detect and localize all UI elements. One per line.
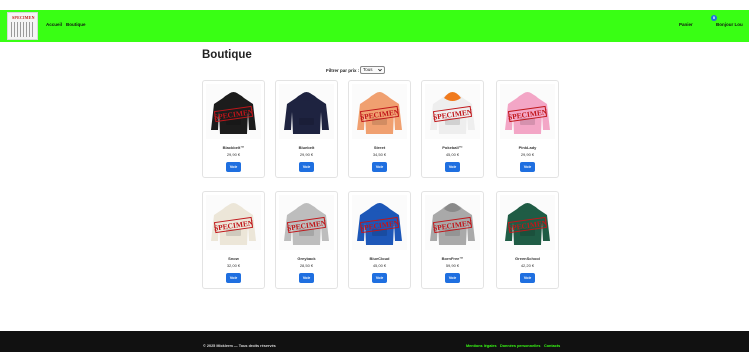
product-card[interactable]: SPECIMEN Street 34,50 € Voir (348, 80, 411, 178)
top-navbar: SPECIMEN Accueil Boutique Panier 0 Bonjo… (0, 10, 749, 42)
product-name: Snow (228, 256, 239, 261)
view-product-button[interactable]: Voir (520, 273, 535, 283)
product-price: 45,00 € (372, 263, 387, 268)
product-card[interactable]: SPECIMEN Snow 32,00 € Voir (202, 191, 265, 289)
product-card[interactable]: SPECIMEN PinkLady 29,90 € Voir (496, 80, 559, 178)
product-price: 29,90 € (520, 152, 535, 157)
product-card[interactable]: SPECIMEN BornFree™ 59,90 € Voir (421, 191, 484, 289)
view-product-button[interactable]: Voir (445, 162, 460, 172)
product-price: 45,00 € (445, 152, 460, 157)
logo-barcode-graphic (11, 22, 35, 37)
product-price: 59,90 € (445, 263, 460, 268)
product-name: Greyback (297, 256, 316, 261)
product-image[interactable]: SPECIMEN (352, 84, 407, 139)
footer-link-legal[interactable]: Mentions légales (466, 344, 497, 348)
product-image[interactable]: SPECIMEN (500, 195, 555, 250)
footer-copyright: © 2025 Micklerm — Tous droits réservés (203, 344, 276, 348)
view-product-button[interactable]: Voir (299, 273, 314, 283)
product-card[interactable]: SPECIMEN Pokeball™ 45,00 € Voir (421, 80, 484, 178)
nav-accueil-link[interactable]: Accueil (46, 22, 62, 27)
logo-stamp-text: SPECIMEN (12, 15, 35, 20)
cart-count-badge: 0 (711, 15, 717, 21)
user-greeting-link[interactable]: Bonjour Lou (716, 22, 743, 27)
price-filter-label: Filtrer par prix : (326, 68, 360, 73)
product-image[interactable]: SPECIMEN (500, 84, 555, 139)
chevron-down-icon (378, 68, 382, 72)
product-image[interactable]: SPECIMEN (206, 84, 261, 139)
product-price: 28,50 € (299, 263, 314, 268)
product-name: Street (373, 145, 386, 150)
product-image[interactable]: SPECIMEN (425, 84, 480, 139)
site-footer: © 2025 Micklerm — Tous droits réservés M… (0, 331, 749, 352)
footer-link-contact[interactable]: Contacts (544, 344, 560, 348)
product-card[interactable]: SPECIMEN GreenSchool 42,20 € Voir (496, 191, 559, 289)
product-image[interactable] (279, 84, 334, 139)
product-price: 32,00 € (226, 263, 241, 268)
product-name: BornFree™ (441, 256, 464, 261)
product-card[interactable]: SPECIMEN Greyback 28,50 € Voir (275, 191, 338, 289)
site-logo[interactable]: SPECIMEN (7, 12, 38, 40)
product-price: 42,20 € (520, 263, 535, 268)
product-image[interactable]: SPECIMEN (352, 195, 407, 250)
nav-boutique-link[interactable]: Boutique (66, 22, 86, 27)
price-filter-value: Tous (363, 67, 373, 72)
product-name: Blackbelt™ (222, 145, 245, 150)
product-name: PinkLady (518, 145, 537, 150)
product-price: 29,90 € (226, 152, 241, 157)
view-product-button[interactable]: Voir (372, 273, 387, 283)
view-product-button[interactable]: Voir (226, 273, 241, 283)
view-product-button[interactable]: Voir (372, 162, 387, 172)
price-filter-select[interactable]: Tous (360, 66, 385, 74)
product-name: BlueCloud (369, 256, 390, 261)
page-title: Boutique (202, 49, 252, 61)
product-card[interactable]: SPECIMEN Blackbelt™ 29,90 € Voir (202, 80, 265, 178)
product-card[interactable]: Bluebelt 29,90 € Voir (275, 80, 338, 178)
view-product-button[interactable]: Voir (226, 162, 241, 172)
view-product-button[interactable]: Voir (299, 162, 314, 172)
product-price: 29,90 € (299, 152, 314, 157)
product-name: Bluebelt (298, 145, 315, 150)
product-name: Pokeball™ (442, 145, 463, 150)
view-product-button[interactable]: Voir (445, 273, 460, 283)
product-image[interactable]: SPECIMEN (206, 195, 261, 250)
view-product-button[interactable]: Voir (520, 162, 535, 172)
product-image[interactable]: SPECIMEN (279, 195, 334, 250)
footer-link-privacy[interactable]: Données personnelles (500, 344, 541, 348)
product-card[interactable]: SPECIMEN BlueCloud 45,00 € Voir (348, 191, 411, 289)
product-price: 34,50 € (372, 152, 387, 157)
product-image[interactable]: SPECIMEN (425, 195, 480, 250)
product-name: GreenSchool (515, 256, 540, 261)
cart-link[interactable]: Panier (679, 22, 693, 27)
